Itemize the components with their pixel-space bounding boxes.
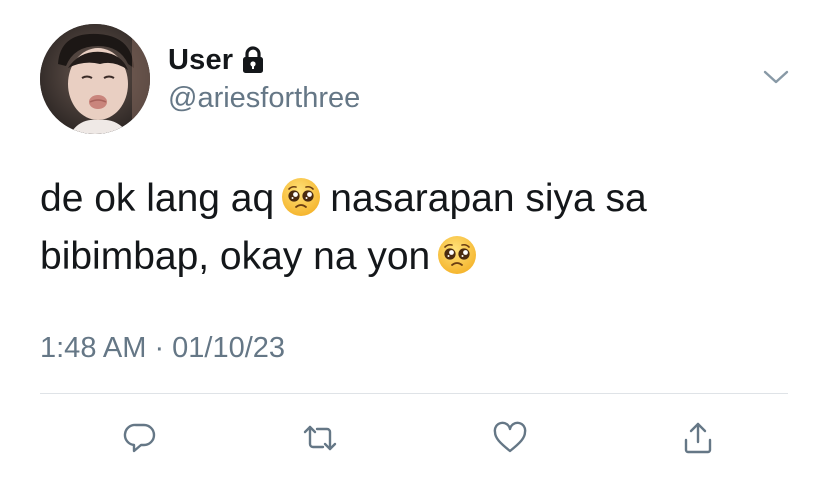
divider	[40, 393, 788, 394]
pleading-face-emoji-icon	[436, 234, 478, 276]
pleading-face-emoji-icon	[280, 176, 322, 218]
lock-icon	[241, 45, 265, 75]
reply-icon	[123, 423, 156, 453]
heart-icon	[493, 421, 527, 453]
tweet-actions	[0, 416, 828, 460]
retweet-button[interactable]	[298, 416, 342, 460]
reply-button[interactable]	[118, 416, 162, 460]
tweet-text-segment: de ok lang aq	[40, 177, 275, 220]
tweet-timestamp[interactable]: 1:48 AM · 01/10/23	[40, 332, 285, 365]
retweet-icon	[303, 425, 337, 451]
user-handle[interactable]: @ariesforthree	[168, 82, 360, 115]
share-button[interactable]	[676, 416, 720, 460]
tweet-line-2: bibimbap, okay na yon	[40, 228, 800, 286]
chevron-down-icon[interactable]	[762, 66, 790, 88]
like-button[interactable]	[488, 416, 532, 460]
avatar[interactable]	[40, 24, 150, 134]
display-name[interactable]: User	[168, 44, 233, 77]
tweet-text: de ok lang aq nasarapan siya sa bibimbap…	[40, 170, 800, 286]
avatar-photo	[40, 24, 150, 134]
user-name-row: User	[168, 40, 265, 80]
tweet-card: User @ariesforthree de ok lang aq nasara…	[0, 0, 828, 482]
share-icon	[684, 422, 712, 454]
tweet-line-1: de ok lang aq nasarapan siya sa	[40, 170, 800, 228]
tweet-text-segment: nasarapan siya sa	[330, 177, 647, 220]
tweet-text-segment: bibimbap, okay na yon	[40, 235, 431, 278]
